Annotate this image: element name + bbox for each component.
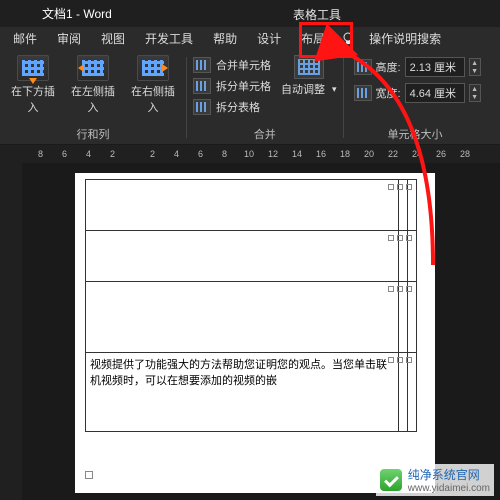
ruler-tick: 28 bbox=[460, 149, 470, 159]
tab-help[interactable]: 帮助 bbox=[203, 27, 247, 51]
insert-right-button[interactable]: 在右侧插入 bbox=[126, 55, 180, 115]
auto-adjust-icon bbox=[294, 55, 324, 79]
ruler-tick: 4 bbox=[86, 149, 91, 159]
chevron-down-icon: ▾ bbox=[332, 84, 337, 95]
tab-mail[interactable]: 邮件 bbox=[3, 27, 47, 51]
watermark-brand: 纯净系统官网 bbox=[408, 468, 480, 482]
table-cell[interactable] bbox=[408, 282, 417, 353]
table-cell[interactable] bbox=[86, 231, 399, 282]
merge-cells-label: 合并单元格 bbox=[216, 57, 271, 73]
width-icon bbox=[354, 85, 372, 101]
insert-below-label: 在下方插入 bbox=[6, 83, 60, 115]
ruler-tick: 10 bbox=[244, 149, 254, 159]
word-table[interactable]: 视频提供了功能强大的方法帮助您证明您的观点。当您单击联机视频时，可以在想要添加的… bbox=[85, 179, 417, 432]
ruler-tick: 26 bbox=[436, 149, 446, 159]
table-cell[interactable] bbox=[86, 180, 399, 231]
ruler-tick: 6 bbox=[62, 149, 67, 159]
split-table-button[interactable]: 拆分表格 bbox=[193, 99, 271, 115]
split-table-icon bbox=[193, 99, 211, 115]
document-area[interactable]: 视频提供了功能强大的方法帮助您证明您的观点。当您单击联机视频时，可以在想要添加的… bbox=[0, 163, 500, 500]
merge-group-label: 合并 bbox=[254, 124, 276, 142]
page[interactable]: 视频提供了功能强大的方法帮助您证明您的观点。当您单击联机视频时，可以在想要添加的… bbox=[75, 173, 435, 493]
title-bar: 文档1 - Word bbox=[0, 0, 500, 27]
ruler-tick: 14 bbox=[292, 149, 302, 159]
cell-size-group-label: 单元格大小 bbox=[388, 124, 443, 142]
window-title: 文档1 - Word bbox=[42, 5, 112, 22]
insert-left-button[interactable]: 在左侧插入 bbox=[66, 55, 120, 115]
width-input[interactable]: 4.64 厘米 bbox=[405, 83, 465, 103]
height-icon bbox=[354, 59, 372, 75]
table-cell[interactable] bbox=[408, 353, 417, 432]
group-merge: 合并单元格 拆分单元格 拆分表格 自动调整 ▾ 合并 bbox=[187, 51, 343, 144]
width-stepper[interactable]: ▲▼ bbox=[469, 84, 481, 102]
insert-right-label: 在右侧插入 bbox=[126, 83, 180, 115]
split-table-label: 拆分表格 bbox=[216, 99, 260, 115]
ruler-tick: 8 bbox=[222, 149, 227, 159]
width-row: 宽度: 4.64 厘米 ▲▼ bbox=[354, 83, 481, 103]
table-tools-label: 表格工具 bbox=[293, 6, 341, 23]
horizontal-ruler[interactable]: 8 6 4 2 2 4 6 8 10 12 14 16 18 20 22 24 … bbox=[0, 145, 500, 163]
height-input[interactable]: 2.13 厘米 bbox=[405, 57, 465, 77]
group-cell-size: 高度: 2.13 厘米 ▲▼ 宽度: 4.64 厘米 ▲▼ 单元格大小 bbox=[344, 51, 487, 144]
ruler-tick: 6 bbox=[198, 149, 203, 159]
ruler-tick: 16 bbox=[316, 149, 326, 159]
tab-dev[interactable]: 开发工具 bbox=[135, 27, 203, 51]
ruler-tick: 12 bbox=[268, 149, 278, 159]
ruler-tick: 22 bbox=[388, 149, 398, 159]
rows-cols-group-label: 行和列 bbox=[77, 124, 110, 142]
watermark: 纯净系统官网 www.yidaimei.com bbox=[376, 464, 494, 496]
ruler-tick: 2 bbox=[110, 149, 115, 159]
split-cells-label: 拆分单元格 bbox=[216, 78, 271, 94]
table-cell[interactable] bbox=[399, 282, 408, 353]
vertical-ruler[interactable] bbox=[0, 163, 22, 500]
split-cells-button[interactable]: 拆分单元格 bbox=[193, 78, 271, 94]
lightbulb-icon bbox=[341, 32, 355, 46]
height-label: 高度: bbox=[376, 59, 401, 75]
ruler-tick: 24 bbox=[412, 149, 422, 159]
table-cell[interactable] bbox=[408, 180, 417, 231]
ruler-tick: 4 bbox=[174, 149, 179, 159]
insert-left-icon bbox=[77, 55, 109, 81]
insert-below-icon bbox=[17, 55, 49, 81]
ribbon: 在下方插入 在左侧插入 在右侧插入 行和列 合并单元格 拆分单元格 拆分表格 bbox=[0, 51, 500, 145]
tab-layout[interactable]: 布局 bbox=[291, 27, 335, 51]
ruler-tick: 18 bbox=[340, 149, 350, 159]
insert-left-label: 在左侧插入 bbox=[66, 83, 120, 115]
height-row: 高度: 2.13 厘米 ▲▼ bbox=[354, 57, 481, 77]
width-label: 宽度: bbox=[376, 85, 401, 101]
auto-adjust-button[interactable]: 自动调整 ▾ bbox=[281, 81, 337, 97]
table-cell[interactable] bbox=[86, 282, 399, 353]
ruler-tick: 8 bbox=[38, 149, 43, 159]
merge-cells-button[interactable]: 合并单元格 bbox=[193, 57, 271, 73]
table-cell[interactable] bbox=[399, 353, 408, 432]
height-stepper[interactable]: ▲▼ bbox=[469, 58, 481, 76]
ruler-tick: 2 bbox=[150, 149, 155, 159]
split-cells-icon bbox=[193, 78, 211, 94]
insert-below-button[interactable]: 在下方插入 bbox=[6, 55, 60, 115]
watermark-url: www.yidaimei.com bbox=[408, 483, 490, 494]
insert-right-icon bbox=[137, 55, 169, 81]
tab-review[interactable]: 审阅 bbox=[47, 27, 91, 51]
group-rows-cols: 在下方插入 在左侧插入 在右侧插入 行和列 bbox=[0, 51, 186, 144]
ruler-tick: 20 bbox=[364, 149, 374, 159]
table-cell[interactable] bbox=[408, 231, 417, 282]
watermark-icon bbox=[380, 469, 402, 491]
paragraph-mark bbox=[85, 471, 93, 479]
tell-me-search[interactable]: 操作说明搜索 bbox=[359, 27, 451, 51]
tab-view[interactable]: 视图 bbox=[91, 27, 135, 51]
merge-cells-icon bbox=[193, 57, 211, 73]
ribbon-tabs: 邮件 审阅 视图 开发工具 帮助 设计 布局 操作说明搜索 bbox=[0, 27, 500, 51]
auto-adjust-label: 自动调整 bbox=[281, 81, 325, 97]
tab-design[interactable]: 设计 bbox=[247, 27, 291, 51]
table-cell[interactable]: 视频提供了功能强大的方法帮助您证明您的观点。当您单击联机视频时，可以在想要添加的… bbox=[86, 353, 399, 432]
